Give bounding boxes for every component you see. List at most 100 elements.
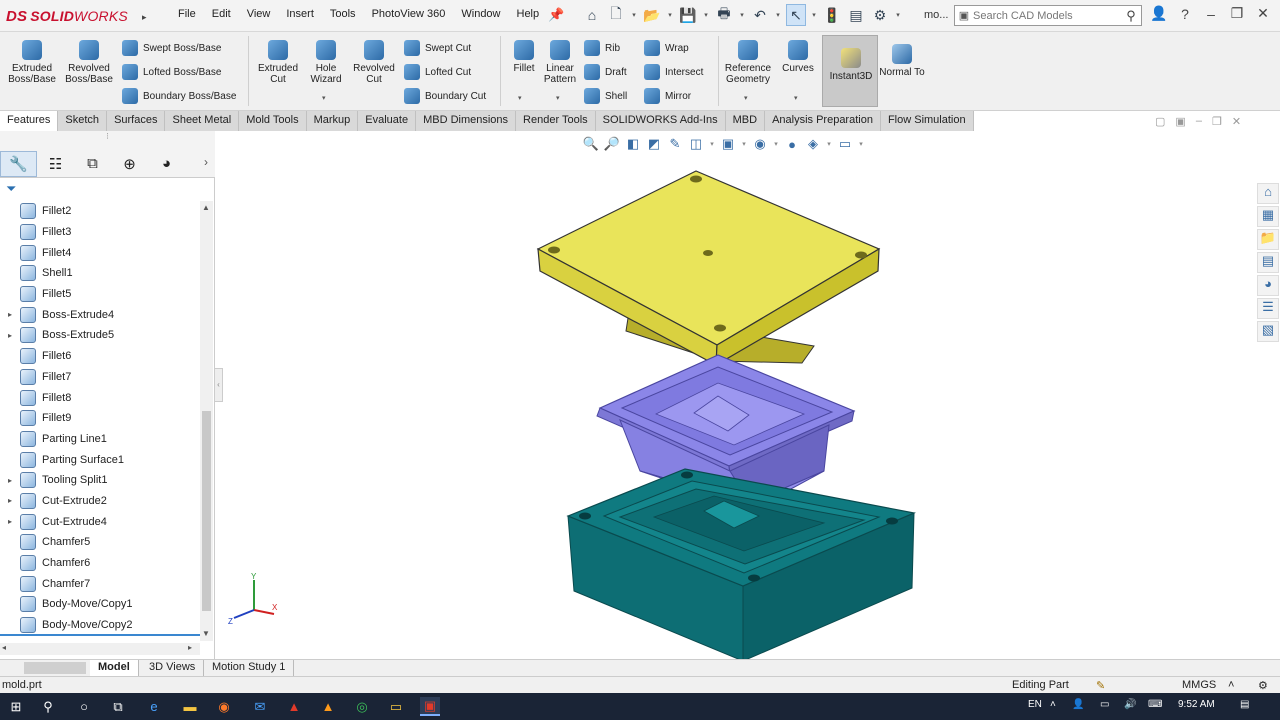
- tree-item[interactable]: Parting Surface1: [0, 449, 200, 470]
- chevron-down-icon[interactable]: ▾: [857, 140, 865, 148]
- restore-icon[interactable]: ❐: [1228, 5, 1246, 22]
- apply-scene-icon[interactable]: ◈: [804, 136, 822, 152]
- tab-surfaces[interactable]: Surfaces: [107, 111, 166, 131]
- chevron-down-icon[interactable]: ▾: [825, 140, 833, 148]
- tab-sketch[interactable]: Sketch: [58, 111, 108, 131]
- tab-solidworks-addins[interactable]: SOLIDWORKS Add-Ins: [595, 111, 726, 131]
- chevron-down-icon[interactable]: ▾: [322, 94, 326, 102]
- propertymanager-tab-icon[interactable]: ☷: [37, 151, 74, 177]
- revolved-cut-button[interactable]: Revolved Cut: [348, 36, 400, 85]
- tree-item[interactable]: Parting Line1: [0, 429, 200, 450]
- chevron-down-icon[interactable]: ▾: [630, 11, 638, 19]
- expand-icon[interactable]: ▸: [0, 331, 20, 340]
- traffic-light-icon[interactable]: 🚦: [822, 4, 842, 26]
- options-gear-icon[interactable]: ⚙: [870, 4, 890, 26]
- select-cursor-icon[interactable]: ↖: [786, 4, 806, 26]
- chevron-down-icon[interactable]: ▾: [794, 94, 798, 102]
- chevron-down-icon[interactable]: ▾: [740, 140, 748, 148]
- tree-item[interactable]: ▸ Cut-Extrude2: [0, 491, 200, 512]
- chevron-down-icon[interactable]: ▾: [810, 11, 818, 19]
- user-icon[interactable]: 👤: [1150, 5, 1168, 22]
- rebuild-icon[interactable]: ✎: [1096, 679, 1105, 692]
- chevron-down-icon[interactable]: ▾: [708, 140, 716, 148]
- scroll-down-icon[interactable]: ▼: [202, 629, 210, 638]
- home-icon[interactable]: ⌂: [582, 4, 602, 26]
- search-input[interactable]: Search CAD Models: [973, 10, 1121, 22]
- menu-view[interactable]: View: [239, 8, 279, 20]
- acrobat-icon[interactable]: ▲: [284, 697, 304, 716]
- minimize-icon[interactable]: –: [1196, 115, 1202, 128]
- task-view-icon[interactable]: ⧉: [108, 697, 128, 716]
- input-language[interactable]: EN: [1028, 699, 1042, 710]
- rollback-bar[interactable]: [0, 634, 200, 636]
- customize-icon[interactable]: ⚙: [1258, 679, 1268, 692]
- firefox-icon[interactable]: ◉: [214, 697, 234, 716]
- restore-icon[interactable]: ❐: [1212, 115, 1222, 128]
- close-icon[interactable]: ✕: [1254, 5, 1272, 22]
- expand-icon[interactable]: ▸: [0, 476, 20, 485]
- chevron-right-icon[interactable]: ›: [204, 155, 208, 169]
- tree-horizontal-scrollbar[interactable]: ◂ ▸: [0, 643, 200, 655]
- panel-collapse-handle[interactable]: ‹: [215, 368, 223, 402]
- chevron-down-icon[interactable]: ▾: [744, 94, 748, 102]
- edge-icon[interactable]: e: [144, 697, 164, 716]
- tree-item[interactable]: Fillet2: [0, 201, 200, 222]
- dimxpert-tab-icon[interactable]: ⊕: [111, 151, 148, 177]
- vlc-icon[interactable]: ▲: [318, 697, 338, 716]
- mirror-button[interactable]: Mirror: [644, 88, 691, 104]
- tab-sheet-metal[interactable]: Sheet Metal: [165, 111, 240, 131]
- menu-help[interactable]: Help: [509, 8, 548, 20]
- tree-item[interactable]: ▸ Boss-Extrude4: [0, 304, 200, 325]
- intersect-button[interactable]: Intersect: [644, 64, 703, 80]
- custom-properties-icon[interactable]: ☰: [1257, 298, 1279, 319]
- expand-icon[interactable]: ▸: [0, 517, 20, 526]
- tree-item[interactable]: Chamfer6: [0, 553, 200, 574]
- help-icon[interactable]: ?: [1176, 6, 1194, 22]
- solidworks-resources-icon[interactable]: ⌂: [1257, 183, 1279, 204]
- chevron-down-icon[interactable]: ▾: [772, 140, 780, 148]
- folder-icon[interactable]: ▭: [386, 697, 406, 716]
- edit-appearance-icon[interactable]: ●: [783, 137, 801, 152]
- rib-button[interactable]: Rib: [584, 40, 620, 56]
- previous-view-icon[interactable]: ◧: [624, 136, 642, 152]
- tab-evaluate[interactable]: Evaluate: [358, 111, 417, 131]
- boundary-boss-button[interactable]: Boundary Boss/Base: [122, 88, 236, 104]
- view-orientation-icon[interactable]: ◫: [687, 136, 705, 152]
- expand-icon[interactable]: ▸: [0, 310, 20, 319]
- tree-item[interactable]: Fillet4: [0, 242, 200, 263]
- windows-start-icon[interactable]: ⊞: [6, 697, 26, 716]
- tab-flow-simulation[interactable]: Flow Simulation: [880, 111, 974, 131]
- scroll-thumb[interactable]: [202, 411, 211, 611]
- cortana-icon[interactable]: ○: [74, 697, 94, 716]
- expand-icon[interactable]: ▸: [0, 496, 20, 505]
- graphics-area[interactable]: [224, 131, 1254, 662]
- tab-mold-tools[interactable]: Mold Tools: [239, 111, 307, 131]
- volume-icon[interactable]: 🔊: [1124, 699, 1136, 710]
- chevron-down-icon[interactable]: ▾: [894, 11, 902, 19]
- lofted-cut-button[interactable]: Lofted Cut: [404, 64, 471, 80]
- new-document-icon[interactable]: 🗋: [606, 4, 626, 26]
- section-view-icon[interactable]: ◩: [645, 136, 663, 152]
- chevron-down-icon[interactable]: ▾: [702, 11, 710, 19]
- chrome-icon[interactable]: ◎: [352, 697, 372, 716]
- chevron-down-icon[interactable]: ▾: [774, 11, 782, 19]
- tab-motion-study[interactable]: Motion Study 1: [204, 660, 295, 676]
- tree-item[interactable]: ▸ Boss-Extrude5: [0, 325, 200, 346]
- swept-boss-button[interactable]: Swept Boss/Base: [122, 40, 221, 56]
- status-units[interactable]: MMGS: [1182, 679, 1216, 691]
- search-box[interactable]: ▣ Search CAD Models ⚲: [954, 5, 1142, 26]
- normal-to-button[interactable]: Normal To: [876, 40, 928, 78]
- dynamic-annotation-icon[interactable]: ✎: [666, 136, 684, 152]
- solidworks-logo[interactable]: DS SOLID WORKS: [6, 4, 128, 28]
- tree-item[interactable]: Body-Move/Copy1: [0, 594, 200, 615]
- close-icon[interactable]: ✕: [1232, 115, 1241, 128]
- chevron-up-icon[interactable]: ˄: [1050, 699, 1056, 710]
- scroll-up-icon[interactable]: ▲: [202, 203, 210, 212]
- chevron-down-icon[interactable]: ▾: [666, 11, 674, 19]
- tree-item[interactable]: Shell1: [0, 263, 200, 284]
- chevron-down-icon[interactable]: ▾: [556, 94, 560, 102]
- tab-analysis-preparation[interactable]: Analysis Preparation: [765, 111, 881, 131]
- clock[interactable]: 9:52 AM: [1178, 699, 1215, 710]
- search-source-icon[interactable]: ▣: [955, 9, 973, 22]
- tree-vertical-scrollbar[interactable]: ▲ ▼: [200, 201, 213, 641]
